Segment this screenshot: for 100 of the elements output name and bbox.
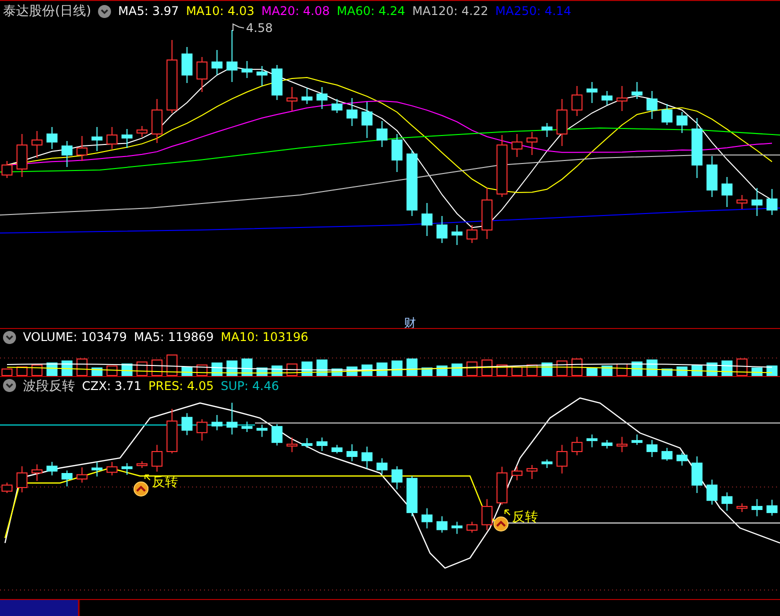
candlestick (452, 521, 462, 534)
candlestick (766, 499, 778, 516)
candlestick (512, 466, 522, 481)
candlestick (482, 498, 492, 531)
candlestick (376, 120, 388, 148)
candlestick (286, 86, 298, 112)
candlestick (542, 122, 552, 138)
candlestick (616, 436, 628, 453)
candlestick (572, 436, 582, 456)
candlestick (62, 470, 72, 487)
candlestick (406, 475, 418, 517)
dropdown-chevron-icon[interactable] (98, 4, 112, 18)
candlestick (46, 461, 58, 476)
candlestick (676, 452, 688, 466)
candlestick (496, 466, 508, 506)
candlestick (752, 498, 762, 517)
volume-bar (16, 366, 28, 376)
candlestick (602, 90, 612, 106)
candlestick (152, 98, 162, 144)
candlestick (76, 466, 88, 484)
candlestick (286, 437, 298, 453)
candlestick (602, 439, 612, 449)
pointer-arrow-icon (144, 474, 150, 480)
candlestick (422, 508, 432, 529)
indicator-title: 波段反转 (23, 378, 75, 394)
legend-value: PRES: 4.05 (148, 378, 214, 392)
candlestick (406, 150, 418, 216)
volume-bar (242, 358, 252, 376)
candlestick (332, 444, 342, 454)
legend-value: CZX: 3.71 (82, 378, 142, 392)
volume-bar (512, 366, 522, 376)
candlestick (496, 134, 508, 198)
candlestick (526, 464, 538, 480)
candlestick (392, 134, 402, 172)
candlestick (452, 224, 462, 246)
candlestick (272, 424, 282, 446)
candlestick (752, 188, 762, 216)
candlestick (16, 134, 28, 178)
volume-bar (602, 366, 612, 376)
candlestick (436, 216, 448, 244)
legend-value: VOLUME: 103479 (23, 330, 127, 344)
candlestick (212, 414, 222, 431)
candlestick (542, 458, 552, 469)
volume-bar (676, 366, 688, 376)
candlestick (332, 98, 342, 114)
pointer-arrow-icon (504, 510, 510, 516)
volume-bar (736, 358, 748, 376)
candlestick (92, 126, 102, 152)
volume-bar (572, 358, 582, 376)
candlestick (256, 66, 268, 86)
volume-bar (166, 354, 178, 376)
volume-bar (76, 358, 88, 376)
volume-bar (182, 366, 192, 376)
candlestick (316, 86, 328, 110)
volume-bar (466, 362, 478, 376)
candlestick (302, 438, 312, 448)
dropdown-chevron-icon[interactable] (3, 379, 16, 392)
dropdown-chevron-icon[interactable] (3, 330, 16, 344)
candlestick (316, 437, 328, 452)
stock-title: 泰达股份(日线) (3, 3, 92, 20)
candlestick (722, 492, 732, 512)
candlestick (662, 447, 672, 462)
volume-bar (482, 360, 492, 376)
candlestick (736, 502, 748, 512)
legend-value: MA10: 4.03 (186, 4, 254, 18)
volume-bar (452, 364, 462, 376)
volume-bar (392, 360, 402, 376)
candlestick (226, 30, 238, 82)
volume-bar (436, 366, 448, 376)
volume-bar (406, 358, 418, 376)
candlestick (302, 88, 312, 104)
candlestick (272, 64, 282, 100)
candlestick (16, 466, 28, 493)
candlestick (556, 444, 568, 474)
candlestick (32, 130, 42, 158)
candlestick (526, 132, 538, 156)
candlestick (182, 46, 192, 84)
candlestick (76, 136, 88, 162)
leader-line (232, 23, 244, 32)
candlestick (482, 188, 492, 240)
candlestick (46, 126, 58, 150)
volume-bar (32, 364, 42, 376)
signal-label: 反转 (512, 510, 538, 525)
candlestick (706, 479, 718, 506)
candlestick (572, 86, 582, 116)
candlestick (646, 439, 658, 458)
legend-value: MA250: 4.14 (495, 4, 572, 18)
legend-value: MA60: 4.24 (336, 4, 406, 18)
candlestick (212, 50, 222, 76)
candlestick (632, 82, 642, 100)
legend-value: MA10: 103196 (220, 330, 308, 344)
legend-value: MA20: 4.08 (261, 4, 330, 18)
candlestick (242, 421, 252, 433)
candlestick (766, 188, 778, 216)
candlestick (586, 434, 598, 448)
candlestick (152, 444, 162, 472)
candlestick (706, 156, 718, 198)
candlestick (556, 98, 568, 146)
candlestick (736, 194, 748, 210)
candlestick (242, 60, 252, 78)
